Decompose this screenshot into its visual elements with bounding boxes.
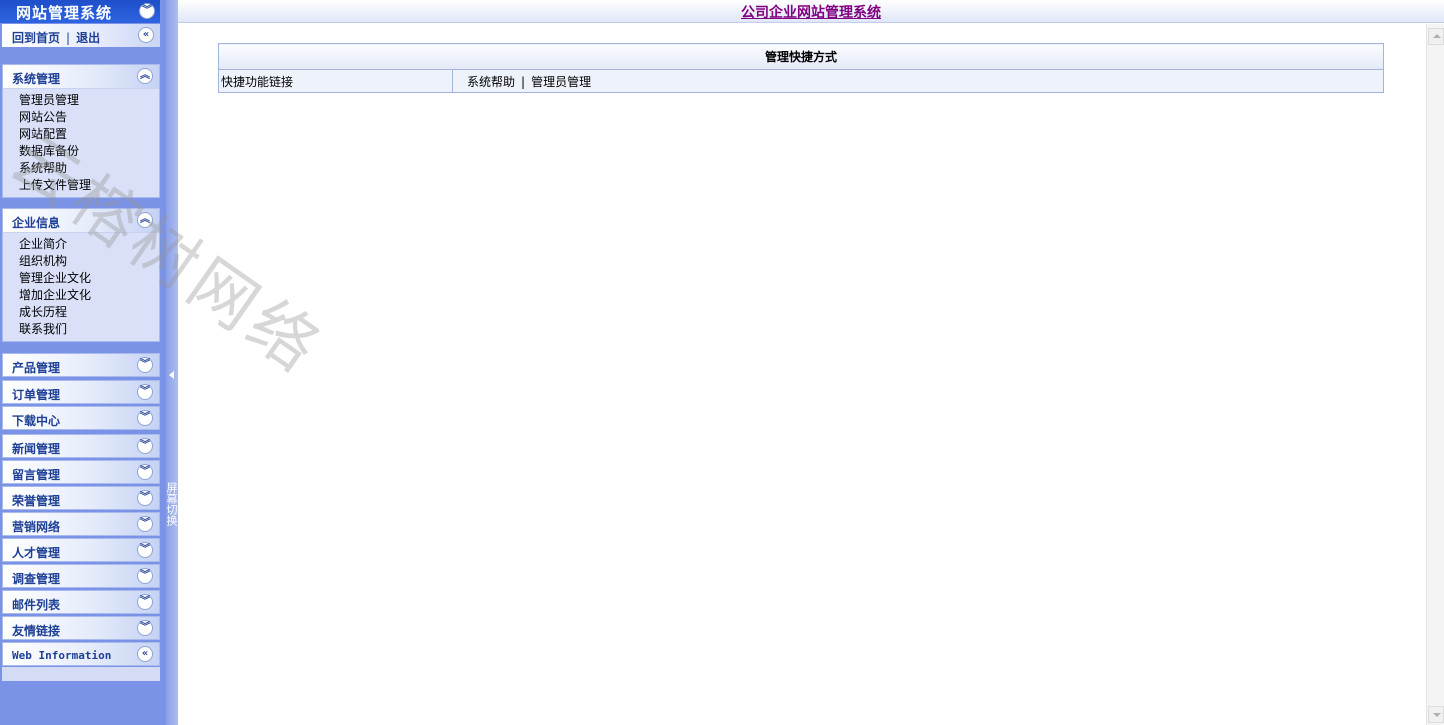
menu-item[interactable]: 组织机构 xyxy=(19,253,159,270)
menu-item[interactable]: 系统帮助 xyxy=(19,160,159,177)
logout-link[interactable]: 退出 xyxy=(76,31,100,45)
double-chevron-down-icon[interactable]: ︾ xyxy=(137,384,153,400)
menu-item[interactable]: 联系我们 xyxy=(19,321,159,338)
scroll-up-icon[interactable] xyxy=(1428,28,1444,45)
double-chevron-down-icon[interactable]: ︾ xyxy=(137,568,153,584)
admin-management-link[interactable]: 管理员管理 xyxy=(531,75,591,89)
quick-links-table: 管理快捷方式 快捷功能链接 系统帮助 | 管理员管理 xyxy=(218,43,1384,93)
menu-collapsed-label: Web Information xyxy=(12,649,112,662)
double-chevron-left-icon[interactable]: « xyxy=(138,27,154,43)
double-chevron-up-icon[interactable]: ︽ xyxy=(137,68,153,84)
menu-item[interactable]: 网站公告 xyxy=(19,109,159,126)
screen-switch-splitter[interactable]: 屏幕切换 xyxy=(165,0,178,725)
menu-collapsed-survey[interactable]: 调查管理 ︾ xyxy=(2,564,160,588)
double-chevron-down-icon[interactable]: ︾ xyxy=(137,490,153,506)
vertical-scrollbar[interactable] xyxy=(1426,24,1444,725)
menu-collapsed-label: 留言管理 xyxy=(12,468,61,482)
menu-collapsed-label: 下载中心 xyxy=(12,414,61,428)
menu-item[interactable]: 数据库备份 xyxy=(19,143,159,160)
link-separator: | xyxy=(521,74,526,89)
system-help-link[interactable]: 系统帮助 xyxy=(467,75,515,89)
home-bar-separator: | xyxy=(66,31,71,45)
menu-collapsed-mail-list[interactable]: 邮件列表 ︾ xyxy=(2,590,160,614)
menu-collapsed-news[interactable]: 新闻管理 ︾ xyxy=(2,434,160,458)
menu-collapsed-label: 人才管理 xyxy=(12,546,61,560)
menu-collapsed-honors[interactable]: 荣誉管理 ︾ xyxy=(2,486,160,510)
main-content: 管理快捷方式 快捷功能链接 系统帮助 | 管理员管理 xyxy=(178,24,1426,725)
menu-collapsed-label: 营销网络 xyxy=(12,520,61,534)
menu-collapsed-messages[interactable]: 留言管理 ︾ xyxy=(2,460,160,484)
menu-collapsed-orders[interactable]: 订单管理 ︾ xyxy=(2,380,160,404)
double-chevron-down-icon[interactable]: ︾ xyxy=(137,357,153,373)
menu-collapsed-downloads[interactable]: 下载中心 ︾ xyxy=(2,406,160,430)
menu-item[interactable]: 管理员管理 xyxy=(19,92,159,109)
menu-section-title: 系统管理 xyxy=(12,72,61,86)
menu-collapsed-label: 新闻管理 xyxy=(12,442,61,456)
double-chevron-down-icon[interactable]: ︾ xyxy=(137,620,153,636)
menu-collapsed-friend-links[interactable]: 友情链接 ︾ xyxy=(2,616,160,640)
home-bar: 回到首页 | 退出 « xyxy=(2,24,160,47)
menu-collapsed-label: 荣誉管理 xyxy=(12,494,61,508)
double-chevron-down-icon[interactable]: ︾ xyxy=(137,542,153,558)
page-title[interactable]: 公司企业网站管理系统 xyxy=(741,2,881,22)
menu-section-title: 企业信息 xyxy=(12,216,61,230)
sidebar-title: 网站管理系统 xyxy=(16,4,113,22)
double-chevron-down-icon[interactable]: ︾ xyxy=(139,3,155,19)
menu-collapsed-label: 订单管理 xyxy=(12,388,61,402)
quick-links-cell: 系统帮助 | 管理员管理 xyxy=(452,69,1384,93)
menu-collapsed-talent[interactable]: 人才管理 ︾ xyxy=(2,538,160,562)
double-chevron-down-icon[interactable]: ︾ xyxy=(137,410,153,426)
double-chevron-down-icon[interactable]: ︾ xyxy=(137,464,153,480)
sidebar-header: 网站管理系统 ︾ xyxy=(0,0,160,23)
menu-item[interactable]: 网站配置 xyxy=(19,126,159,143)
menu-collapsed-label: 产品管理 xyxy=(12,361,61,375)
double-chevron-up-icon[interactable]: ︽ xyxy=(137,212,153,228)
menu-section-company: 企业信息 ︽ 企业简介 组织机构 管理企业文化 增加企业文化 成长历程 联系我们 xyxy=(2,208,160,342)
menu-collapsed-label: 邮件列表 xyxy=(12,598,61,612)
menu-collapsed-marketing[interactable]: 营销网络 ︾ xyxy=(2,512,160,536)
left-sidebar: 网站管理系统 ︾ 回到首页 | 退出 « 系统管理 ︽ 管理员管理 网站公告 网站配… xyxy=(0,0,166,725)
double-chevron-left-icon[interactable]: « xyxy=(137,646,153,662)
top-banner: 公司企业网站管理系统 xyxy=(178,0,1444,23)
menu-collapsed-web-information[interactable]: Web Information « xyxy=(2,642,160,666)
menu-collapsed-label: 调查管理 xyxy=(12,572,61,586)
menu-collapsed-label: 友情链接 xyxy=(12,624,61,638)
quick-links-row-label: 快捷功能链接 xyxy=(218,69,453,93)
menu-item[interactable]: 成长历程 xyxy=(19,304,159,321)
quick-links-heading: 管理快捷方式 xyxy=(218,43,1384,70)
scroll-down-icon[interactable] xyxy=(1428,706,1444,723)
table-row: 快捷功能链接 系统帮助 | 管理员管理 xyxy=(218,69,1384,93)
menu-item[interactable]: 增加企业文化 xyxy=(19,287,159,304)
menu-item[interactable]: 企业简介 xyxy=(19,236,159,253)
sidebar-footer xyxy=(2,667,160,681)
collapse-left-arrow-icon[interactable] xyxy=(169,371,174,379)
menu-collapsed-products[interactable]: 产品管理 ︾ xyxy=(2,353,160,377)
double-chevron-down-icon[interactable]: ︾ xyxy=(137,516,153,532)
double-chevron-down-icon[interactable]: ︾ xyxy=(137,594,153,610)
menu-item[interactable]: 上传文件管理 xyxy=(19,177,159,194)
menu-section-header[interactable]: 系统管理 ︽ xyxy=(3,65,159,89)
screen-switch-label[interactable]: 屏幕切换 xyxy=(165,482,178,526)
menu-item[interactable]: 管理企业文化 xyxy=(19,270,159,287)
menu-section-header[interactable]: 企业信息 ︽ xyxy=(3,209,159,233)
home-link[interactable]: 回到首页 xyxy=(12,31,60,45)
menu-section-system: 系统管理 ︽ 管理员管理 网站公告 网站配置 数据库备份 系统帮助 上传文件管理 xyxy=(2,64,160,198)
double-chevron-down-icon[interactable]: ︾ xyxy=(137,438,153,454)
